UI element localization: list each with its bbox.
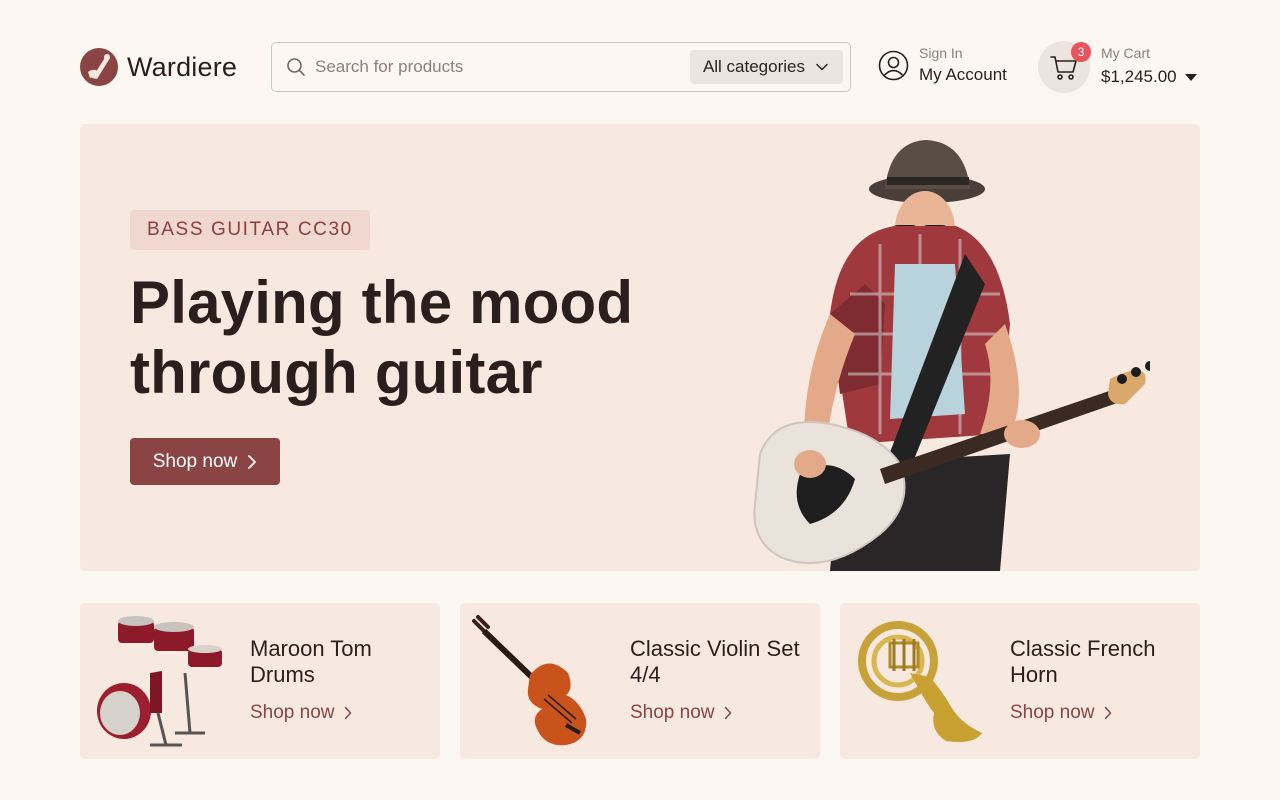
cart-button[interactable]: 3 My Cart $1,245.00 (1038, 41, 1200, 93)
cart-count-badge: 3 (1071, 42, 1091, 62)
hero-tag: BASS GUITAR CC30 (130, 210, 370, 250)
cart-total-value: $1,245.00 (1101, 67, 1177, 86)
product-title: Classic Violin Set 4/4 (630, 636, 800, 687)
user-icon (878, 50, 909, 80)
product-shop-now-link[interactable]: Shop now (630, 702, 732, 724)
chevron-right-icon (1104, 706, 1111, 720)
product-card-drums[interactable]: Maroon Tom Drums Shop now (80, 603, 440, 759)
chevron-right-icon (248, 454, 257, 469)
product-shop-now-label: Shop now (1010, 702, 1095, 723)
caret-down-icon (1184, 73, 1197, 81)
site-header: Wardiere All categories Sign In My Accou… (80, 41, 1200, 93)
shop-now-label: Shop now (152, 450, 238, 472)
cart-total: $1,245.00 (1101, 66, 1197, 88)
sign-in-label: Sign In (919, 45, 963, 61)
chevron-right-icon (724, 706, 731, 720)
hero-title: Playing the mood through guitar (130, 268, 690, 408)
hero-title-line1: Playing the mood (130, 269, 634, 336)
my-account-label: My Account (919, 65, 1007, 84)
guitarist-image (753, 140, 1150, 571)
chevron-down-icon (816, 63, 828, 71)
brand-logo[interactable]: Wardiere (80, 48, 237, 86)
category-select-label: All categories (702, 57, 805, 76)
product-shop-now-link[interactable]: Shop now (250, 702, 352, 724)
product-card-violin[interactable]: Classic Violin Set 4/4 Shop now (460, 603, 820, 759)
drums-image (97, 616, 222, 747)
product-cards: Maroon Tom Drums Shop now Classic Violin… (80, 603, 1200, 759)
product-shop-now-label: Shop now (630, 702, 715, 723)
chevron-right-icon (344, 706, 351, 720)
product-title: Maroon Tom Drums (250, 636, 372, 687)
brand-name: Wardiere (127, 51, 238, 82)
product-shop-now-label: Shop now (250, 702, 335, 723)
account-link[interactable]: Sign In My Account (878, 43, 1007, 87)
category-select[interactable]: All categories (689, 50, 843, 84)
product-card-french-horn[interactable]: Classic French Horn Shop now (840, 603, 1200, 759)
shop-now-button[interactable]: Shop now (130, 438, 280, 485)
hero-title-line2: through guitar (130, 339, 543, 406)
logo-icon (80, 48, 118, 86)
violin-image (472, 615, 587, 746)
french-horn-image (858, 621, 982, 742)
product-shop-now-link[interactable]: Shop now (1010, 702, 1112, 724)
account-text: Sign In My Account (919, 43, 1007, 87)
search-input[interactable] (315, 57, 675, 77)
cart-label: My Cart (1101, 45, 1150, 61)
hero-banner: BASS GUITAR CC30 Playing the mood throug… (80, 124, 1200, 571)
search-icon (287, 58, 305, 76)
search-bar: All categories (271, 42, 851, 92)
product-title: Classic French Horn (1010, 636, 1156, 687)
